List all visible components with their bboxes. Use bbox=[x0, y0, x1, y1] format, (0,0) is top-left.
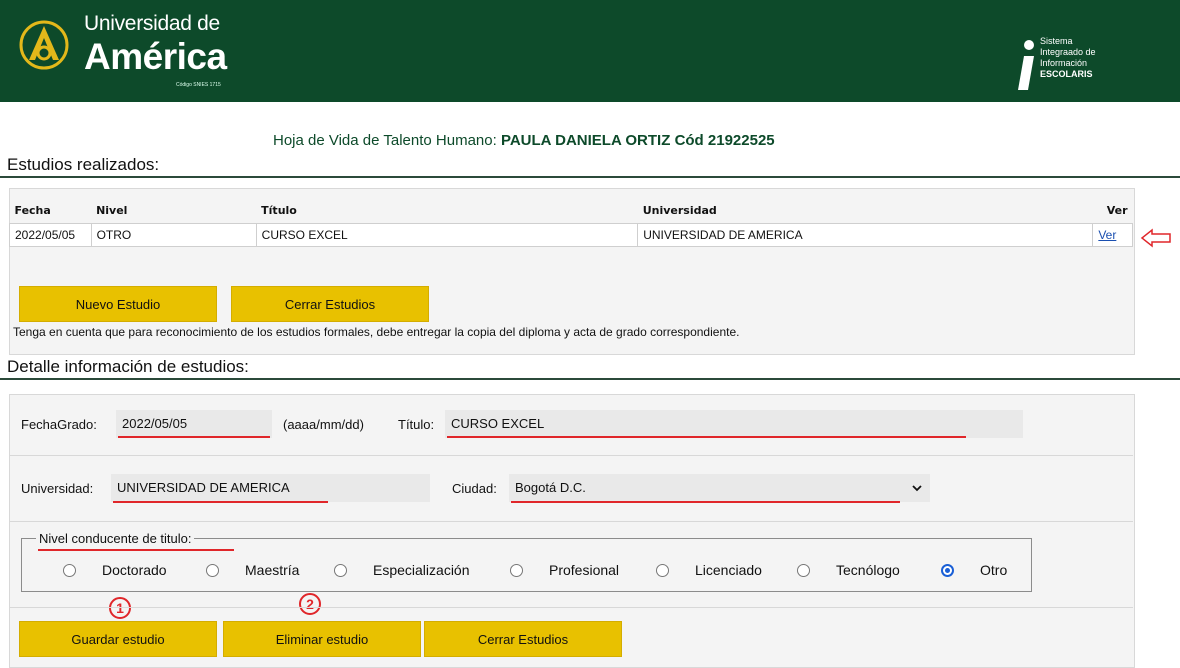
cell-nivel: OTRO bbox=[90, 223, 257, 247]
col-ver: Ver bbox=[1092, 198, 1133, 224]
close-studies-button[interactable]: Cerrar Estudios bbox=[231, 286, 429, 322]
universidad-label: Universidad: bbox=[21, 481, 94, 496]
ver-link[interactable]: Ver bbox=[1098, 228, 1116, 242]
table-header-row: Fecha Nivel Título Universidad Ver bbox=[9, 198, 1133, 224]
universidad-underline bbox=[113, 501, 328, 503]
radio-maestria[interactable] bbox=[206, 564, 219, 577]
row-divider-3 bbox=[9, 607, 1133, 608]
cell-fecha: 2022/05/05 bbox=[9, 223, 92, 247]
info-system-icon bbox=[1018, 40, 1034, 90]
app-header: Universidad de América Código SNIES 1715… bbox=[0, 0, 1180, 102]
studies-note: Tenga en cuenta que para reconocimiento … bbox=[13, 325, 740, 339]
radio-doctorado[interactable] bbox=[63, 564, 76, 577]
save-study-button[interactable]: Guardar estudio bbox=[19, 621, 217, 657]
label-licenciado: Licenciado bbox=[695, 562, 762, 578]
row-divider bbox=[9, 455, 1133, 456]
new-study-button[interactable]: Nuevo Estudio bbox=[19, 286, 217, 322]
col-titulo: Título bbox=[256, 198, 638, 224]
col-universidad: Universidad bbox=[637, 198, 1093, 224]
title-prefix: Hoja de Vida de Talento Humano: bbox=[273, 132, 497, 149]
legend-underline bbox=[38, 549, 234, 551]
cell-universidad: UNIVERSIDAD DE AMERICA bbox=[637, 223, 1094, 247]
titulo-input[interactable]: CURSO EXCEL bbox=[445, 410, 1023, 438]
col-fecha: Fecha bbox=[9, 198, 92, 224]
detail-section-title: Detalle información de estudios: bbox=[7, 357, 249, 376]
label-tecnologo: Tecnólogo bbox=[836, 562, 900, 578]
person-name: PAULA DANIELA ORTIZ bbox=[500, 132, 671, 149]
section-rule-2 bbox=[0, 378, 1180, 380]
system-line1: Sistema bbox=[1040, 36, 1073, 46]
system-line4: ESCOLARIS bbox=[1040, 69, 1093, 79]
fecha-grado-input[interactable]: 2022/05/05 bbox=[116, 410, 272, 438]
ciudad-select[interactable]: Bogotá D.C. bbox=[509, 474, 930, 502]
logo-code: Código SNIES 1715 bbox=[176, 82, 221, 88]
radio-profesional[interactable] bbox=[510, 564, 523, 577]
page-title: Hoja de Vida de Talento Humano: PAULA DA… bbox=[273, 132, 775, 149]
logo-line1: Universidad de bbox=[84, 12, 220, 35]
ciudad-label: Ciudad: bbox=[452, 481, 497, 496]
cell-titulo: CURSO EXCEL bbox=[255, 223, 639, 247]
ciudad-value: Bogotá D.C. bbox=[515, 480, 586, 495]
system-name: Sistema Integraado de Información ESCOLA… bbox=[1040, 36, 1096, 80]
radio-otro[interactable] bbox=[941, 564, 954, 577]
titulo-label: Título: bbox=[398, 417, 435, 432]
label-profesional: Profesional bbox=[549, 562, 620, 578]
studies-table: Fecha Nivel Título Universidad Ver 2022/… bbox=[9, 198, 1133, 247]
ciudad-underline bbox=[511, 501, 900, 503]
studies-section-title: Estudios realizados: bbox=[7, 155, 160, 174]
system-line2: Integraado de bbox=[1040, 47, 1096, 57]
arrow-left-icon bbox=[1140, 228, 1171, 248]
label-doctorado: Doctorado bbox=[102, 562, 167, 578]
radio-tecnologo[interactable] bbox=[797, 564, 810, 577]
university-logo-icon bbox=[19, 20, 69, 70]
table-row: 2022/05/05 OTRO CURSO EXCEL UNIVERSIDAD … bbox=[9, 223, 1133, 247]
universidad-input[interactable]: UNIVERSIDAD DE AMERICA bbox=[111, 474, 430, 502]
radio-especializacion[interactable] bbox=[334, 564, 347, 577]
label-maestria: Maestría bbox=[245, 562, 300, 578]
annotation-marker-1: 1 bbox=[109, 597, 131, 619]
fecha-grado-label: FechaGrado: bbox=[21, 417, 97, 432]
date-format-hint: (aaaa/mm/dd) bbox=[283, 417, 364, 432]
col-nivel: Nivel bbox=[91, 198, 257, 224]
titulo-underline bbox=[447, 436, 966, 438]
cell-ver: Ver bbox=[1092, 223, 1133, 247]
annotation-marker-2: 2 bbox=[299, 593, 321, 615]
logo-line2: América bbox=[84, 36, 227, 77]
label-otro: Otro bbox=[980, 562, 1008, 578]
label-especializacion: Especialización bbox=[373, 562, 470, 578]
code-label: Cód bbox=[674, 132, 704, 149]
nivel-legend: Nivel conducente de titulo: bbox=[36, 531, 195, 546]
radio-licenciado[interactable] bbox=[656, 564, 669, 577]
section-rule bbox=[0, 176, 1180, 178]
row-divider-2 bbox=[9, 521, 1133, 522]
chevron-down-icon bbox=[912, 485, 922, 492]
person-code: 21922525 bbox=[707, 132, 775, 149]
close-studies-button-2[interactable]: Cerrar Estudios bbox=[424, 621, 622, 657]
fecha-underline bbox=[118, 436, 270, 438]
system-line3: Información bbox=[1040, 58, 1088, 68]
delete-study-button[interactable]: Eliminar estudio bbox=[223, 621, 421, 657]
